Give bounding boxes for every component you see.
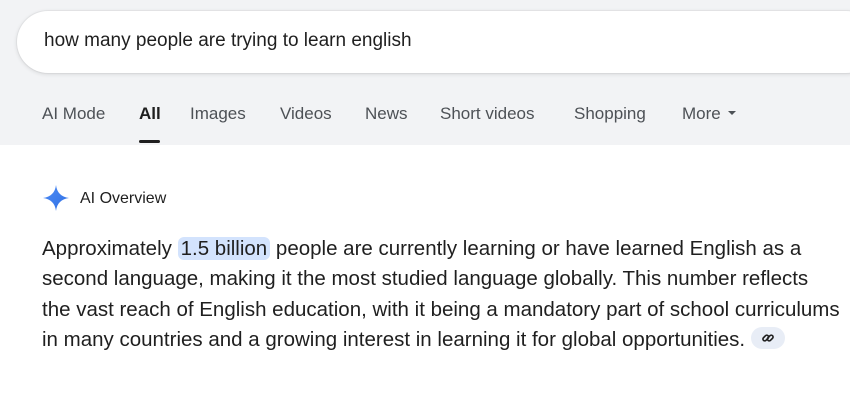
- search-results-page: how many people are trying to learn engl…: [0, 0, 850, 401]
- tab-shopping[interactable]: Shopping: [574, 104, 646, 124]
- tab-videos[interactable]: Videos: [280, 104, 332, 124]
- tab-short-videos[interactable]: Short videos: [440, 104, 535, 124]
- ai-spark-icon: [43, 185, 69, 211]
- tab-all[interactable]: All: [139, 104, 161, 124]
- source-link-button[interactable]: [751, 327, 786, 350]
- answer-highlight: 1.5 billion: [177, 237, 271, 260]
- chevron-down-icon: [727, 110, 736, 115]
- search-input[interactable]: how many people are trying to learn engl…: [44, 30, 412, 52]
- ai-overview-label: AI Overview: [80, 190, 167, 207]
- tab-ai-mode[interactable]: AI Mode: [42, 104, 105, 124]
- ai-overview-answer: Approximately 1.5 billion people are cur…: [42, 234, 842, 355]
- active-tab-indicator: [139, 140, 160, 143]
- answer-prefix: Approximately: [42, 237, 172, 260]
- tab-images[interactable]: Images: [190, 104, 246, 124]
- tab-more-label: More: [682, 104, 721, 123]
- link-icon: [762, 334, 774, 343]
- search-header: how many people are trying to learn engl…: [0, 0, 850, 145]
- search-tabs: AI Mode All Images Videos News Short vid…: [0, 104, 850, 145]
- search-box[interactable]: how many people are trying to learn engl…: [17, 11, 850, 73]
- tab-more[interactable]: More: [682, 104, 736, 124]
- tab-news[interactable]: News: [365, 104, 408, 124]
